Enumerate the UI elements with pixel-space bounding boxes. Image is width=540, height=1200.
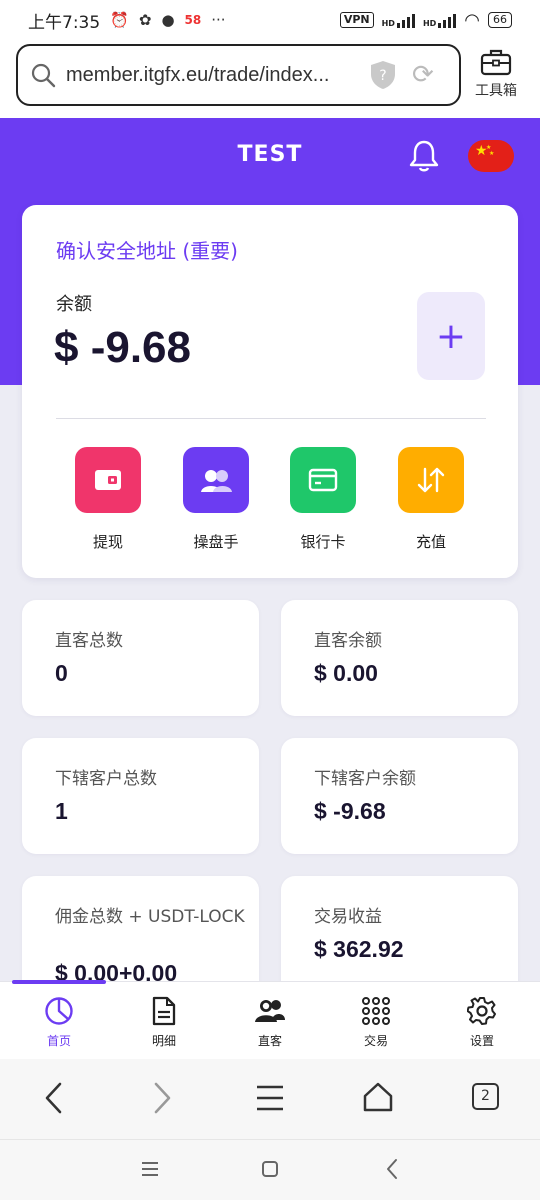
stat-card-sub-clients-balance[interactable]: 下辖客户余额 $ -9.68 bbox=[281, 738, 518, 854]
confirm-secure-address-link[interactable]: 确认安全地址 (重要) bbox=[56, 235, 238, 264]
trader-action[interactable]: 操盘手 bbox=[171, 447, 261, 552]
app-58-icon: 58 bbox=[184, 13, 202, 27]
signal-1-icon: HD bbox=[382, 12, 415, 28]
nav-clients[interactable]: 直客 bbox=[230, 996, 310, 1049]
balance-value: $ -9.68 bbox=[54, 323, 191, 372]
gear-icon bbox=[467, 997, 496, 1025]
battery-indicator: 66 bbox=[488, 12, 512, 28]
toolbox-label: 工具箱 bbox=[475, 83, 517, 99]
china-flag-icon[interactable]: ★ ★ ★ bbox=[468, 140, 514, 172]
bank-card-icon bbox=[290, 447, 356, 513]
pie-chart-icon bbox=[45, 997, 73, 1025]
stat-card-direct-clients-count[interactable]: 直客总数 0 bbox=[22, 600, 259, 716]
back-icon[interactable] bbox=[42, 1081, 66, 1115]
vpn-badge: VPN bbox=[339, 12, 374, 28]
nav-settings-label: 设置 bbox=[469, 1034, 494, 1048]
more-dots: ··· bbox=[211, 11, 226, 29]
divider bbox=[56, 418, 486, 419]
active-tab-indicator bbox=[12, 980, 106, 984]
nav-clients-label: 直客 bbox=[257, 1034, 282, 1048]
bank-card-action[interactable]: 银行卡 bbox=[278, 447, 368, 552]
svg-text:?: ? bbox=[379, 68, 386, 84]
toolbox-icon bbox=[480, 49, 512, 76]
stat-label: 直客余额 bbox=[314, 631, 382, 651]
tabs-count-button[interactable]: 2 bbox=[472, 1083, 499, 1110]
wallet-icon bbox=[75, 447, 141, 513]
home-icon[interactable] bbox=[362, 1081, 394, 1113]
nav-home-label: 首页 bbox=[46, 1034, 71, 1048]
deposit-action[interactable]: 充值 bbox=[386, 447, 476, 552]
stat-label: 下辖客户总数 bbox=[55, 769, 157, 789]
signal-2-icon: HD bbox=[423, 12, 457, 28]
grid-dots-icon bbox=[362, 997, 390, 1025]
balance-label: 余额 bbox=[56, 294, 92, 315]
stat-card-sub-clients-count[interactable]: 下辖客户总数 1 bbox=[22, 738, 259, 854]
traders-icon bbox=[183, 447, 249, 513]
withdraw-label: 提现 bbox=[92, 533, 123, 551]
stat-value: 0 bbox=[55, 660, 68, 686]
bank-card-label: 银行卡 bbox=[300, 533, 346, 551]
stat-label: 佣金总数 + USDT-LOCK bbox=[55, 907, 245, 927]
add-funds-button[interactable]: + bbox=[417, 292, 485, 380]
forward-icon[interactable] bbox=[150, 1081, 174, 1115]
status-bar: 上午7:35 ⏰ ✿ ● 58 ··· VPN HD HD ◠ 66 bbox=[0, 0, 540, 40]
security-shield-icon[interactable]: ? bbox=[370, 60, 396, 90]
url-text[interactable]: member.itgfx.eu/trade/index... bbox=[66, 64, 356, 87]
browser-toolbar: member.itgfx.eu/trade/index... ? ⟳ 工具箱 bbox=[0, 40, 540, 118]
stat-card-direct-clients-balance[interactable]: 直客余额 $ 0.00 bbox=[281, 600, 518, 716]
nav-details-label: 明细 bbox=[151, 1034, 176, 1048]
stat-label: 交易收益 bbox=[314, 907, 382, 927]
menu-icon[interactable] bbox=[255, 1083, 285, 1113]
recent-apps-icon[interactable] bbox=[141, 1161, 159, 1177]
wifi-icon: ◠ bbox=[464, 9, 480, 31]
deposit-label: 充值 bbox=[415, 533, 446, 551]
nav-home[interactable]: 首页 bbox=[19, 996, 99, 1049]
page-title: TEST bbox=[237, 142, 303, 167]
nav-details[interactable]: 明细 bbox=[124, 996, 204, 1049]
system-back-icon[interactable] bbox=[385, 1158, 399, 1180]
bottom-navigation: 首页 明细 直客 交易 设置 bbox=[0, 980, 540, 1059]
nav-trading[interactable]: 交易 bbox=[336, 996, 416, 1049]
reload-icon[interactable]: ⟳ bbox=[412, 60, 434, 90]
app-notification-icon: ✿ bbox=[138, 11, 152, 29]
search-icon bbox=[31, 63, 56, 88]
stat-label: 下辖客户余额 bbox=[314, 769, 416, 789]
transfer-arrows-icon bbox=[398, 447, 464, 513]
stat-label: 直客总数 bbox=[55, 631, 123, 651]
nav-trading-label: 交易 bbox=[363, 1034, 388, 1048]
stat-value: 1 bbox=[55, 798, 68, 824]
document-icon bbox=[152, 996, 176, 1026]
browser-navigation: 2 bbox=[0, 1059, 540, 1139]
status-time: 上午7:35 bbox=[28, 12, 101, 33]
dot-icon: ● bbox=[161, 11, 175, 29]
notification-bell-icon[interactable] bbox=[406, 138, 442, 174]
stat-value: $ 362.92 bbox=[314, 936, 404, 962]
stat-value: $ -9.68 bbox=[314, 798, 386, 824]
system-home-icon[interactable] bbox=[261, 1160, 279, 1178]
system-navigation bbox=[0, 1139, 540, 1200]
nav-settings[interactable]: 设置 bbox=[442, 996, 522, 1049]
trader-label: 操盘手 bbox=[193, 533, 239, 551]
alarm-icon: ⏰ bbox=[110, 11, 129, 29]
address-bar[interactable]: member.itgfx.eu/trade/index... ? ⟳ bbox=[16, 44, 461, 106]
stat-value: $ 0.00 bbox=[314, 660, 378, 686]
users-icon bbox=[255, 1000, 285, 1022]
balance-card: 确认安全地址 (重要) 余额 $ -9.68 + 提现 操盘手 银行卡 充值 bbox=[22, 205, 518, 578]
withdraw-action[interactable]: 提现 bbox=[63, 447, 153, 552]
toolbox-button[interactable]: 工具箱 bbox=[466, 48, 526, 100]
